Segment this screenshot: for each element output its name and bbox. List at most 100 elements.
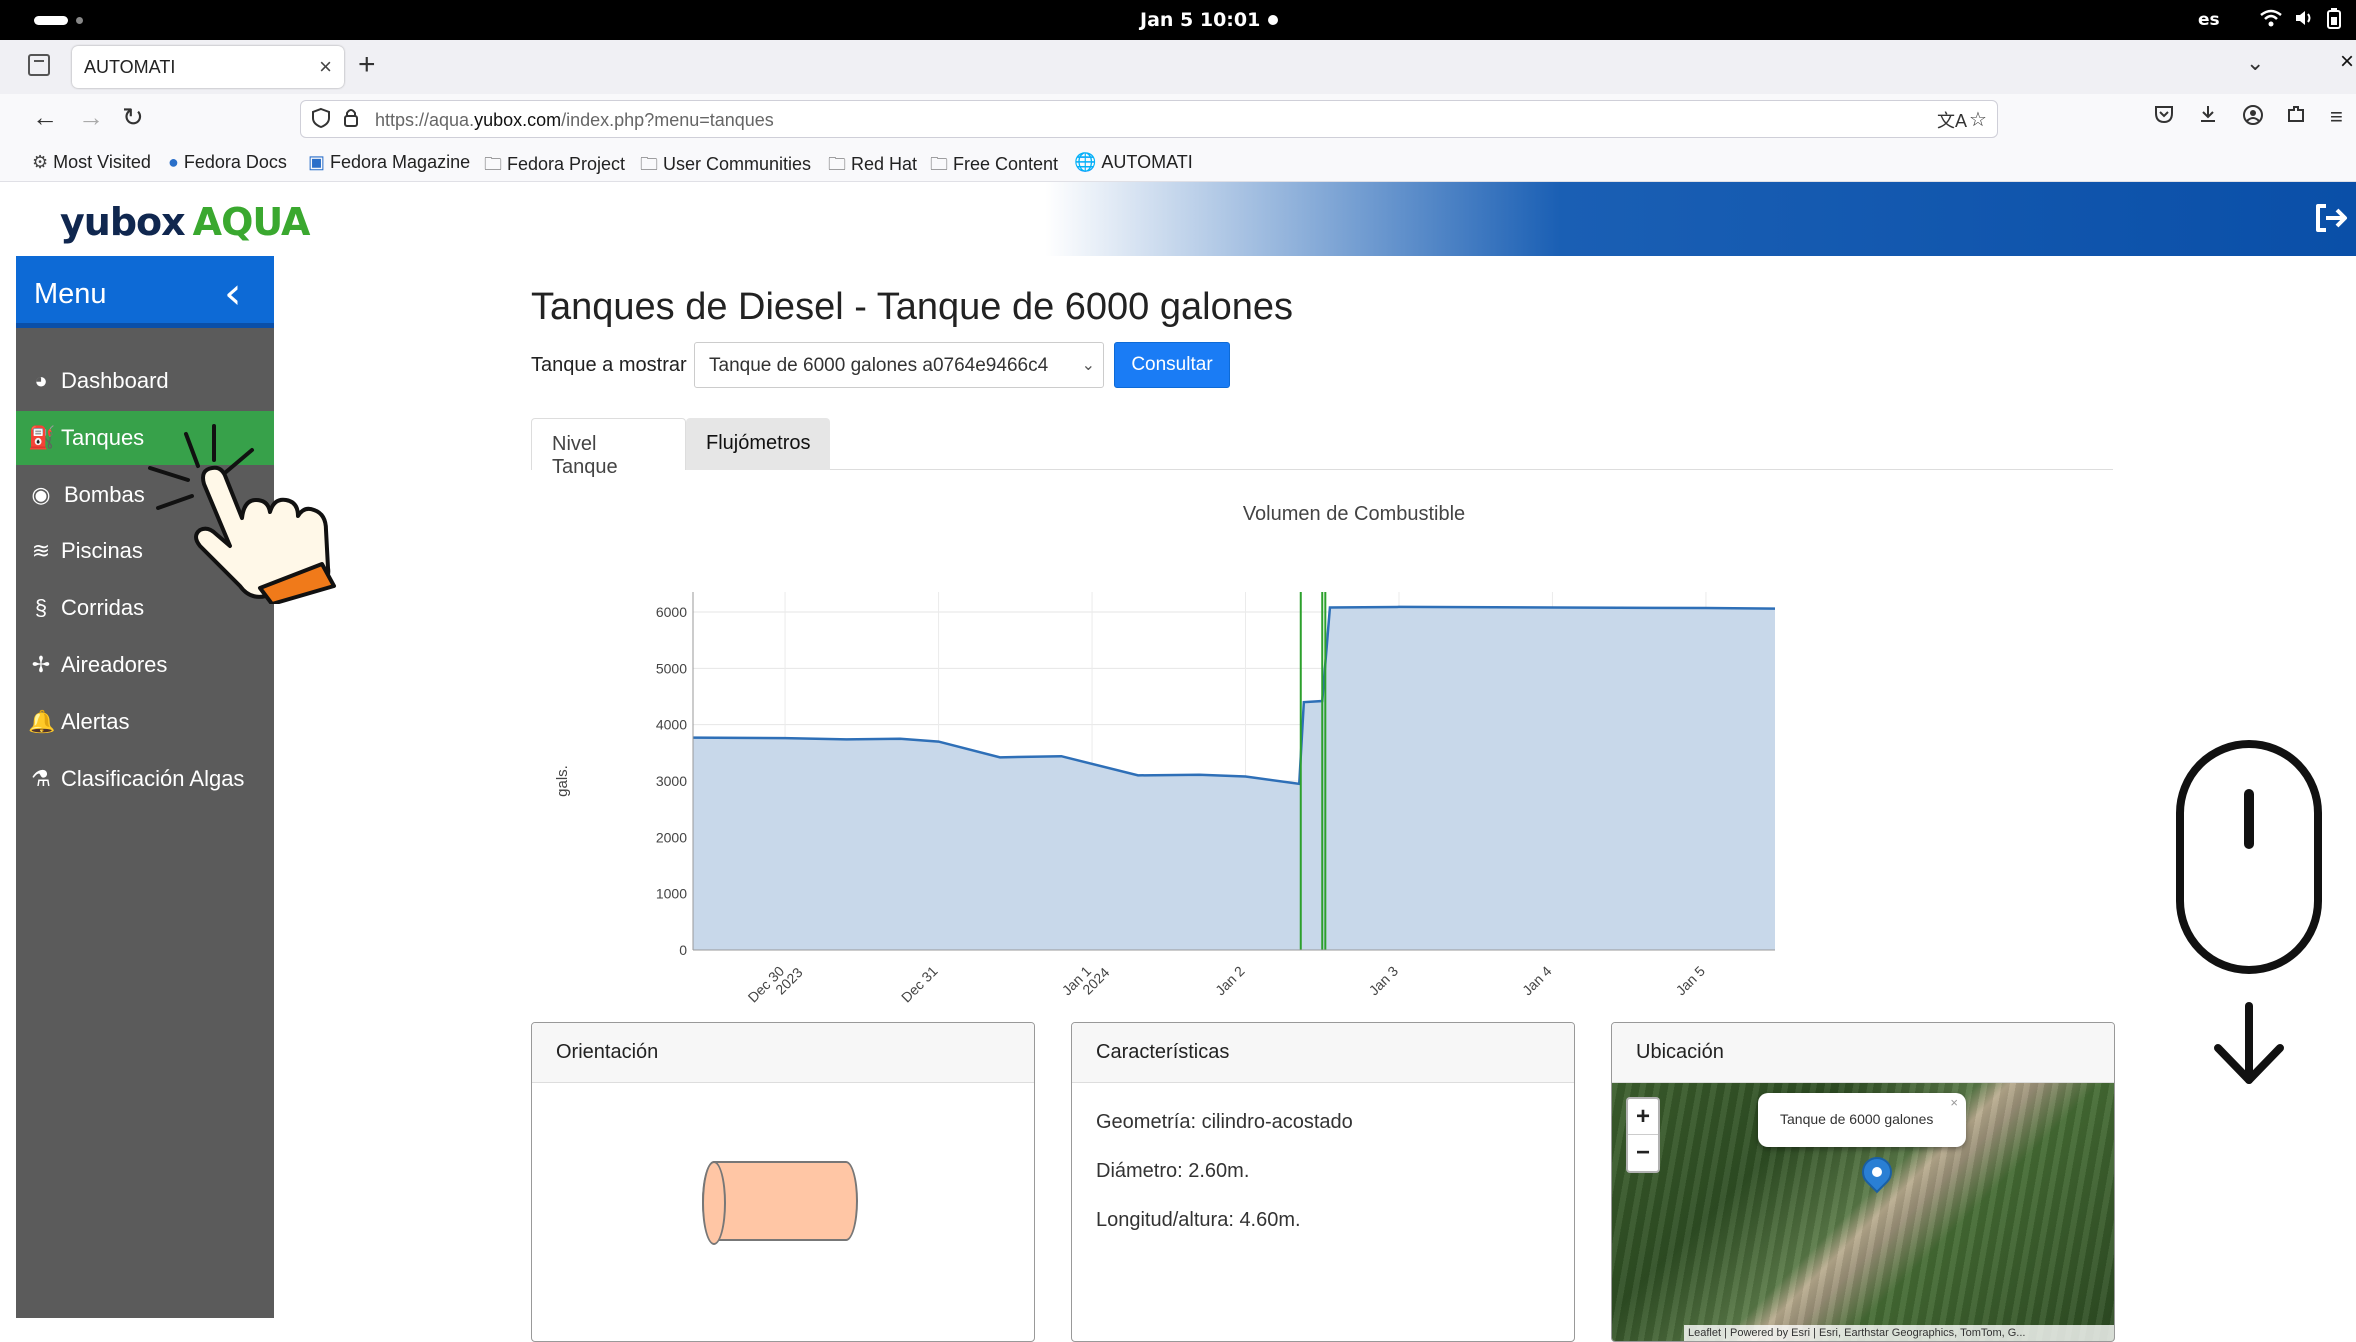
folder-icon: 🗀 xyxy=(484,154,502,174)
bookmark-red-hat[interactable]: 🗀 Red Hat xyxy=(828,152,917,182)
tank-select-value: Tanque de 6000 galones a0764e9466c4 xyxy=(709,355,1049,376)
fuel-pump-icon: ⛽ xyxy=(28,425,56,450)
browser-tab-strip: AUTOMATI × + ⌄ × xyxy=(0,40,2356,94)
tab-close-icon[interactable]: × xyxy=(319,54,332,80)
consultar-button[interactable]: Consultar xyxy=(1114,342,1230,388)
window-close-icon[interactable]: × xyxy=(2340,48,2354,76)
chevron-down-icon: ⌄ xyxy=(1081,357,1095,374)
bookmark-most-visited[interactable]: ⚙ Most Visited xyxy=(32,152,151,173)
bookmark-user-communities[interactable]: 🗀 User Communities xyxy=(640,152,811,182)
y-tick-label: 2000 xyxy=(656,829,687,845)
x-tick-label: Jan 3 xyxy=(1366,963,1402,999)
shield-icon[interactable] xyxy=(311,107,331,135)
yubox-aqua-logo[interactable]: yubox AQUA xyxy=(60,200,310,244)
clock[interactable]: Jan 5 10:01 xyxy=(1140,9,1260,31)
url-text: https://aqua.yubox.com/index.php?menu=ta… xyxy=(375,110,774,130)
x-tick-label: Jan 5 xyxy=(1673,963,1709,999)
chart-svg: Volumen de Combustible 0 1000 2000 3000 4000 5… xyxy=(554,503,1776,1015)
reload-icon[interactable]: ↻ xyxy=(122,102,144,133)
card-ubicacion: Ubicación + − Tanque de 6000 galones × L… xyxy=(1611,1022,2115,1342)
horizontal-cylinder-graphic xyxy=(702,1161,858,1245)
pocket-icon[interactable] xyxy=(2154,104,2174,130)
lock-icon[interactable] xyxy=(343,107,359,135)
browser-nav-bar: ← → ↻ https://aqua.yubox.com/index.php?m… xyxy=(0,94,2356,144)
notification-dot xyxy=(1268,15,1278,25)
zoom-out-button[interactable]: − xyxy=(1628,1135,1658,1171)
extensions-icon[interactable] xyxy=(2286,104,2306,130)
geometry-value: Geometría: cilindro-acostado xyxy=(1096,1111,1353,1133)
menu-icon[interactable]: ≡ xyxy=(2330,104,2343,130)
workspace-dot xyxy=(76,17,83,24)
forward-icon[interactable]: → xyxy=(78,102,104,133)
chevron-down-icon[interactable]: ⌄ xyxy=(2246,50,2264,76)
fedora-icon: ● xyxy=(168,152,179,172)
sidebar-item-clasificacion-algas[interactable]: ⚗ Clasificación Algas xyxy=(16,752,274,806)
fan-icon: ✢ xyxy=(31,652,51,677)
star-icon[interactable]: ☆ xyxy=(1969,107,1987,132)
map-attribution: Leaflet | Powered by Esri | Esri, Earths… xyxy=(1684,1325,2114,1341)
magazine-icon: ▣ xyxy=(308,152,326,172)
y-tick-label: 3000 xyxy=(656,773,687,789)
account-icon[interactable] xyxy=(2242,104,2264,132)
sidebar-item-aireadores[interactable]: ✢ Aireadores xyxy=(16,638,274,692)
keyboard-language[interactable]: es xyxy=(2198,10,2220,30)
sidebar-header: Menu ‹ xyxy=(16,256,274,328)
card-title: Orientación xyxy=(532,1023,1034,1083)
back-icon[interactable]: ← xyxy=(32,102,58,133)
bookmark-automati[interactable]: 🌐 AUTOMATI xyxy=(1074,152,1193,173)
card-orientacion: Orientación xyxy=(531,1022,1035,1342)
series-area xyxy=(693,606,1775,950)
tab-flujometros[interactable]: Flujómetros xyxy=(686,418,830,470)
tab-nivel-tanque[interactable]: Nivel Tanque xyxy=(531,418,686,478)
card-title: Ubicación xyxy=(1612,1023,2114,1083)
collapse-chevron-icon[interactable]: ‹ xyxy=(224,268,242,319)
bookmark-fedora-magazine[interactable]: ▣ Fedora Magazine xyxy=(308,152,470,173)
y-tick-label: 4000 xyxy=(656,717,687,733)
x-tick-label: Dec 31 xyxy=(898,963,941,1006)
sidebar-item-alertas[interactable]: 🔔 Alertas xyxy=(16,695,274,749)
y-tick-label: 5000 xyxy=(656,660,687,676)
tab-list-icon[interactable] xyxy=(28,54,50,76)
x-tick-label: Jan 12024 xyxy=(1059,954,1113,1008)
y-tick-label: 0 xyxy=(679,942,687,958)
bookmark-fedora-docs[interactable]: ● Fedora Docs xyxy=(168,152,287,173)
y-tick-label: 1000 xyxy=(656,886,687,902)
globe-icon: 🌐 xyxy=(1074,152,1097,172)
bookmark-free-content[interactable]: 🗀 Free Content xyxy=(930,152,1058,182)
x-tick-label: Jan 4 xyxy=(1519,963,1555,999)
y-axis-label: gals. xyxy=(554,765,571,797)
scroll-mouse-icon xyxy=(2176,740,2326,1090)
zoom-in-button[interactable]: + xyxy=(1628,1099,1658,1135)
water-waves-icon: ≋ xyxy=(31,538,51,563)
logout-icon[interactable] xyxy=(2310,198,2350,238)
satellite-map[interactable]: + − Tanque de 6000 galones × Leaflet | P… xyxy=(1612,1083,2114,1341)
tank-select[interactable]: Tanque de 6000 galones a0764e9466c4 ⌄ xyxy=(694,342,1104,388)
folder-icon: 🗀 xyxy=(930,154,948,174)
bell-icon: 🔔 xyxy=(28,709,56,734)
pump-icon: ◉ xyxy=(31,482,51,507)
folder-icon: 🗀 xyxy=(640,154,658,174)
new-tab-icon[interactable]: + xyxy=(358,48,376,82)
volume-icon[interactable] xyxy=(2294,8,2314,34)
x-tick-label: Jan 2 xyxy=(1212,963,1248,999)
translate-icon[interactable]: 文A xyxy=(1937,107,1967,133)
activities-indicator[interactable] xyxy=(34,16,68,25)
bookmark-fedora-project[interactable]: 🗀 Fedora Project xyxy=(484,152,625,182)
browser-tab[interactable]: AUTOMATI × xyxy=(72,46,344,88)
app-header: yubox AQUA xyxy=(16,182,2356,256)
battery-icon[interactable] xyxy=(2326,8,2342,36)
map-popup-text: Tanque de 6000 galones xyxy=(1780,1111,1934,1127)
card-caracteristicas: Características Geometría: cilindro-acos… xyxy=(1071,1022,1575,1342)
wifi-icon[interactable] xyxy=(2260,8,2282,34)
download-icon[interactable] xyxy=(2198,104,2218,130)
length-value: Longitud/altura: 4.60m. xyxy=(1096,1209,1301,1231)
main-content: Tanques de Diesel - Tanque de 6000 galon… xyxy=(274,256,2356,1342)
map-zoom-control: + − xyxy=(1626,1097,1660,1173)
gauge-icon: ◕ xyxy=(34,368,48,393)
sidebar-title: Menu xyxy=(34,278,107,310)
shrimp-icon: § xyxy=(34,595,48,620)
popup-close-icon[interactable]: × xyxy=(1950,1095,1958,1110)
os-top-bar: Jan 5 10:01 es xyxy=(0,0,2356,40)
x-tick-label: Dec 302023 xyxy=(745,954,806,1015)
address-bar[interactable]: https://aqua.yubox.com/index.php?menu=ta… xyxy=(300,100,1998,138)
